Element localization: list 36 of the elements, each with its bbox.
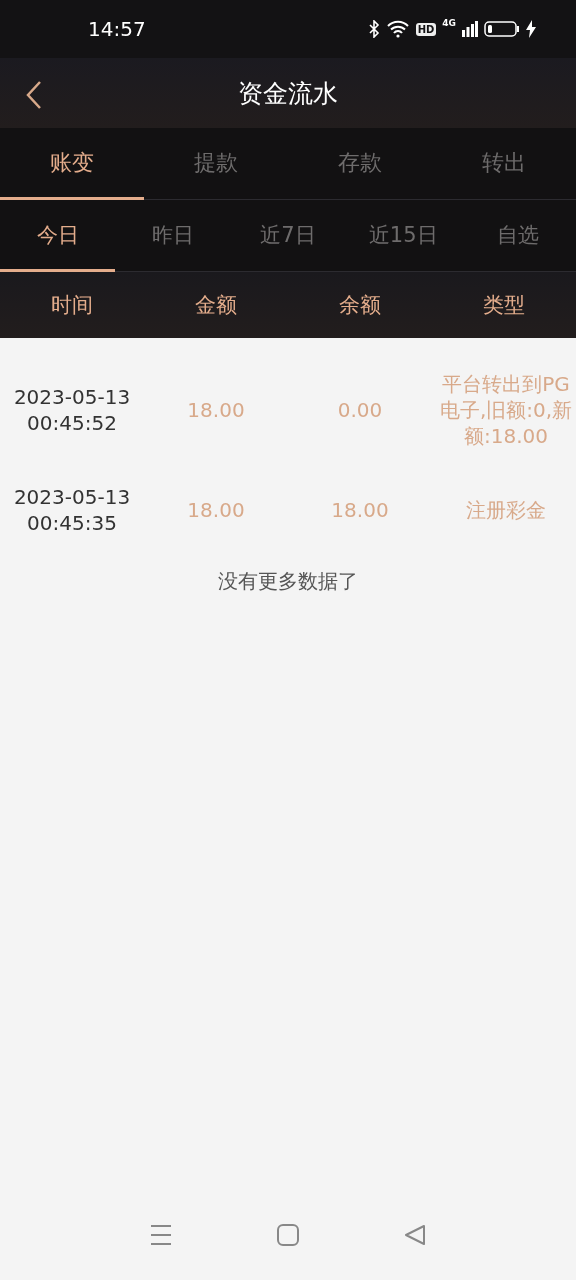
hd-badge: HD xyxy=(415,22,437,36)
menu-icon xyxy=(150,1224,172,1246)
wifi-icon xyxy=(385,20,410,38)
battery-icon xyxy=(484,20,520,38)
back-icon xyxy=(404,1224,426,1246)
amount-cell-text: 18.00 xyxy=(186,397,246,423)
signal-icon xyxy=(462,21,478,37)
column-header: 金额 xyxy=(194,292,238,319)
home-button[interactable] xyxy=(277,1224,299,1246)
menu-button[interactable] xyxy=(150,1224,172,1246)
charging-icon xyxy=(526,20,536,38)
status-time: 14:57 xyxy=(88,17,147,41)
network-type: 4G xyxy=(442,18,456,28)
balance-cell-text: 0.00 xyxy=(336,397,384,423)
column-header: 时间 xyxy=(50,292,94,319)
time-cell-text: 2023-05-13 00:45:35 xyxy=(12,484,132,536)
page-title: 资金流水 xyxy=(238,77,338,110)
type-cell-text: 注册彩金 xyxy=(465,497,547,523)
balance-cell-text: 18.00 xyxy=(330,497,390,523)
tab[interactable]: 提款 xyxy=(144,128,288,200)
column-header: 余额 xyxy=(338,292,382,319)
bluetooth-icon xyxy=(367,20,380,38)
period-tab[interactable]: 近15日 xyxy=(345,200,461,272)
home-icon xyxy=(277,1224,299,1246)
amount-cell-text: 18.00 xyxy=(186,497,246,523)
back-icon xyxy=(24,80,44,110)
period-tab[interactable]: 自选 xyxy=(460,200,576,272)
tab[interactable]: 转出 xyxy=(432,128,576,200)
period-tab[interactable]: 昨日 xyxy=(115,200,231,272)
column-header: 类型 xyxy=(482,292,526,319)
back-nav-button[interactable] xyxy=(404,1224,426,1246)
tab[interactable]: 存款 xyxy=(288,128,432,200)
period-tab[interactable]: 近7日 xyxy=(230,200,346,272)
no-more-data-text: 没有更多数据了 xyxy=(218,568,358,595)
time-cell-text: 2023-05-13 00:45:52 xyxy=(12,384,132,436)
type-cell-text: 平台转出到PG电子,旧额:0,新额:18.00 xyxy=(438,371,574,449)
